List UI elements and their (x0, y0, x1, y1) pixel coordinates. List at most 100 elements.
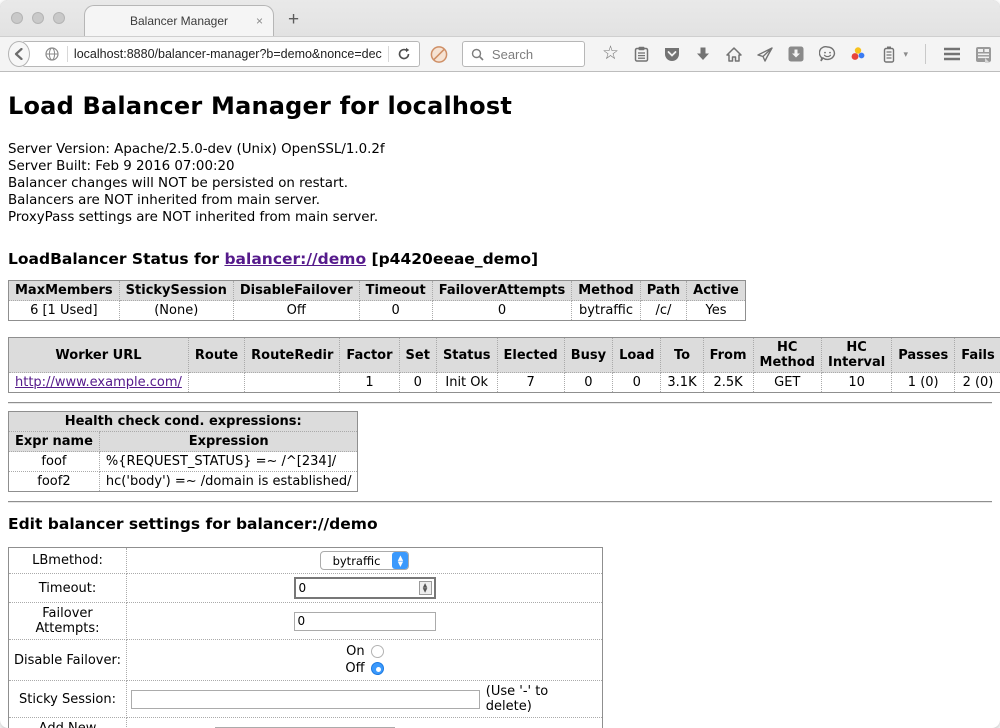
status-heading-prefix: LoadBalancer Status for (8, 250, 219, 268)
edit-settings-heading: Edit balancer settings for balancer://de… (8, 515, 992, 533)
cell-expr-name: foof2 (9, 472, 100, 492)
balancer-settings-form: LBmethod: bytraffic ▲▼ Timeout: ▲▼ (8, 547, 603, 728)
col-expr-name: Expr name (9, 432, 100, 452)
url-text[interactable]: localhost:8880/balancer-manager?b=demo&n… (74, 47, 382, 61)
balancer-demo-link[interactable]: balancer://demo (224, 250, 366, 268)
pocket-icon[interactable] (663, 45, 681, 63)
home-icon[interactable] (725, 45, 743, 63)
content-blocker-icon[interactable] (430, 45, 448, 63)
col-maxmembers: MaxMembers (9, 281, 120, 301)
sticky-session-note: (Use '-' to delete) (486, 684, 598, 714)
tab-close-icon[interactable]: × (256, 14, 263, 28)
radio-off-label: Off (345, 661, 364, 676)
page-content: Load Balancer Manager for localhost Serv… (0, 72, 1000, 728)
col-active: Active (687, 281, 746, 301)
colorful-dots-extension-icon[interactable] (849, 45, 867, 63)
cell-active: Yes (687, 301, 746, 321)
col-fails: Fails (955, 338, 1000, 373)
sticky-session-input[interactable] (131, 690, 480, 709)
tab-balancer-manager[interactable]: Balancer Manager × (84, 5, 274, 36)
loadbalancer-status-heading: LoadBalancer Status for balancer://demo … (8, 250, 992, 268)
disable-failover-label: Disable Failover: (9, 640, 127, 681)
zoom-window-button[interactable] (53, 12, 65, 24)
table-row: http://www.example.com/ 1 0 Init Ok 7 0 … (9, 373, 1000, 393)
server-built-line: Server Built: Feb 9 2016 07:00:20 (8, 158, 992, 175)
cell-path: /c/ (640, 301, 686, 321)
cell-expression: hc('body') =~ /domain is established/ (99, 472, 358, 492)
section-divider (8, 402, 992, 404)
table-row: 6 [1 Used] (None) Off 0 0 bytraffic /c/ … (9, 301, 746, 321)
cell-stickysession: (None) (119, 301, 233, 321)
tab-title: Balancer Manager (130, 14, 228, 28)
window-controls (11, 12, 65, 24)
failover-attempts-label: Failover Attempts: (9, 603, 127, 640)
close-window-button[interactable] (11, 12, 23, 24)
health-table-caption: Health check cond. expressions: (9, 412, 358, 432)
minimize-window-button[interactable] (32, 12, 44, 24)
table-header-row: Expr name Expression (9, 432, 358, 452)
url-bar[interactable]: localhost:8880/balancer-manager?b=demo&n… (22, 41, 420, 67)
download-box-icon[interactable] (787, 45, 805, 63)
col-timeout: Timeout (359, 281, 432, 301)
add-worker-label: Add New Worker: (9, 718, 127, 728)
toolbar-buttons: ☆ (601, 44, 992, 64)
downloads-icon[interactable] (694, 45, 712, 63)
cell-hc-interval: 10 (821, 373, 891, 393)
cell-expr-name: foof (9, 452, 100, 472)
table-caption-row: Health check cond. expressions: (9, 412, 358, 432)
persist-note-line: Balancer changes will NOT be persisted o… (8, 175, 992, 192)
worker-table: Worker URL Route RouteRedir Factor Set S… (8, 337, 1000, 393)
reload-button[interactable] (395, 45, 413, 63)
cell-route (188, 373, 244, 393)
tab-bar: Balancer Manager × + (0, 0, 1000, 36)
back-arrow-icon (13, 48, 25, 60)
bookmarks-clipboard-icon[interactable] (632, 45, 650, 63)
battery-extension-icon[interactable] (880, 45, 898, 63)
cell-maxmembers: 6 [1 Used] (9, 301, 120, 321)
table-row: foof %{REQUEST_STATUS} =~ /^[234]/ (9, 452, 358, 472)
globe-icon (43, 45, 61, 63)
select-stepper-icon: ▲▼ (392, 552, 408, 569)
health-check-table: Health check cond. expressions: Expr nam… (8, 411, 358, 492)
worker-url-link[interactable]: http://www.example.com/ (15, 375, 182, 390)
browser-window: Balancer Manager × + localhost:8880/bala… (0, 0, 1000, 728)
col-elected: Elected (497, 338, 564, 373)
form-row-timeout: Timeout: ▲▼ (9, 574, 603, 603)
cell-busy: 0 (564, 373, 612, 393)
col-method: Method (572, 281, 640, 301)
cell-from: 2.5K (703, 373, 753, 393)
cell-hc-method: GET (753, 373, 821, 393)
table-header-row: MaxMembers StickySession DisableFailover… (9, 281, 746, 301)
failover-attempts-input[interactable] (294, 612, 436, 631)
search-placeholder: Search (492, 47, 533, 62)
cell-to: 3.1K (661, 373, 703, 393)
radio-off[interactable] (371, 662, 384, 675)
form-row-sticky-session: Sticky Session: (Use '-' to delete) (9, 681, 603, 718)
lbmethod-select[interactable]: bytraffic ▲▼ (320, 551, 410, 570)
page-title: Load Balancer Manager for localhost (8, 92, 992, 120)
menu-hamburger-icon[interactable] (943, 45, 961, 63)
radio-on[interactable] (371, 645, 384, 658)
cell-status: Init Ok (436, 373, 497, 393)
timeout-field[interactable]: ▲▼ (294, 577, 436, 599)
urlbar-divider (67, 46, 68, 62)
chevron-down-icon[interactable]: ▾ (903, 49, 908, 60)
number-spinner-icon[interactable]: ▲▼ (419, 581, 432, 595)
col-expression: Expression (99, 432, 358, 452)
send-plane-icon[interactable] (756, 45, 774, 63)
form-row-lbmethod: LBmethod: bytraffic ▲▼ (9, 548, 603, 574)
cell-elected: 7 (497, 373, 564, 393)
server-version-line: Server Version: Apache/2.5.0-dev (Unix) … (8, 141, 992, 158)
cell-routeredir (245, 373, 340, 393)
search-bar[interactable]: Search (462, 41, 586, 67)
grid-extension-icon[interactable] (974, 45, 992, 63)
chat-smiley-icon[interactable] (818, 45, 836, 63)
col-to: To (661, 338, 703, 373)
form-row-disable-failover: Disable Failover: On Off (9, 640, 603, 681)
back-button[interactable] (8, 41, 30, 67)
timeout-input[interactable] (296, 581, 419, 595)
new-tab-button[interactable]: + (288, 8, 299, 32)
bookmark-star-icon[interactable]: ☆ (601, 45, 619, 63)
server-info: Server Version: Apache/2.5.0-dev (Unix) … (8, 141, 992, 226)
col-path: Path (640, 281, 686, 301)
